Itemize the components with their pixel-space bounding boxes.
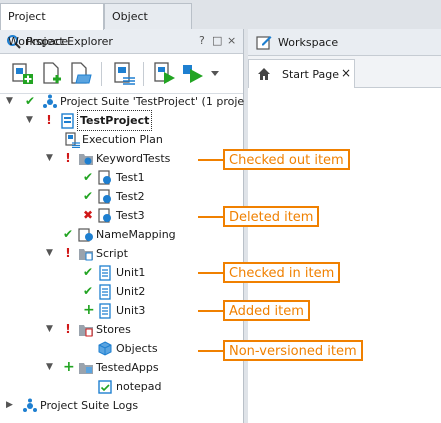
tree-label-selected: TestProject [77, 110, 153, 131]
tree-node-testedapps[interactable]: ▼ + TestedApps [0, 358, 243, 377]
tree-label: Script [96, 247, 128, 260]
tree-label: KeywordTests [96, 152, 171, 165]
tree-label: Unit1 [116, 266, 146, 279]
tree-label: Stores [96, 323, 131, 336]
tab-label: Start Page [282, 68, 339, 81]
execution-plan-icon [65, 132, 80, 148]
tree-node-notepad[interactable]: notepad [0, 377, 243, 396]
callout-pointer-line [198, 272, 223, 274]
script-folder-icon [79, 249, 93, 261]
tree-node-project-suite-logs[interactable]: ▶ Project Suite Logs [0, 396, 243, 415]
project-explorer-panel: Project Explorer ? □ × ▼ ✔ Project Suite… [0, 29, 259, 423]
tab-object-browser[interactable]: Object Browser [104, 3, 192, 48]
workspace-title: Workspace [278, 36, 339, 49]
checked-out-status-icon: ! [65, 151, 71, 165]
tree-label: Test1 [116, 171, 145, 184]
checked-in-status-icon: ✔ [83, 265, 94, 279]
callout-deleted: Deleted item [223, 206, 320, 227]
tree-label: Test3 [116, 209, 145, 222]
tree-node-unit2[interactable]: ✔ Unit2 [0, 282, 243, 301]
tree-node-namemapping[interactable]: ✔ NameMapping [0, 225, 243, 244]
tab-label: Project Workspace [8, 10, 69, 48]
tree-node-test1[interactable]: ✔ Test1 [0, 168, 243, 187]
workspace-tab-bar: Start Page × [248, 56, 441, 88]
tree-label: NameMapping [96, 228, 176, 241]
tested-apps-folder-icon [79, 363, 93, 374]
added-status-icon: + [83, 302, 95, 318]
checked-in-status-icon: ✔ [83, 284, 94, 298]
callout-pointer-line [198, 216, 223, 218]
stores-folder-icon [79, 325, 93, 337]
name-mapping-icon [78, 228, 93, 242]
callout-checked-out: Checked out item [223, 149, 350, 170]
callout-pointer-line [198, 310, 223, 312]
workspace-icon [256, 36, 272, 50]
expand-arrow-icon[interactable]: ▶ [5, 396, 14, 415]
tab-start-page[interactable]: Start Page × [248, 59, 355, 88]
tree-node-stores[interactable]: ▼ ! Stores [0, 320, 243, 339]
tree-node-testproject[interactable]: ▼ ! TestProject [0, 110, 243, 131]
script-unit-icon [99, 303, 111, 319]
checked-in-status-icon: ✔ [83, 189, 94, 203]
tree-node-script[interactable]: ▼ ! Script [0, 244, 243, 263]
callout-added: Added item [223, 300, 310, 321]
checked-in-status-icon: ✔ [25, 94, 36, 108]
home-icon [258, 68, 270, 80]
tree-label: TestedApps [96, 361, 159, 374]
tree-node-project-suite[interactable]: ▼ ✔ Project Suite 'TestProject' (1 proje… [0, 92, 259, 111]
tree-label: Unit2 [116, 285, 146, 298]
tree-label: Test2 [116, 190, 145, 203]
notepad-app-icon [98, 380, 112, 394]
collapse-arrow-icon[interactable]: ▼ [45, 244, 54, 263]
workspace-header: Workspace [248, 29, 441, 56]
objects-icon [98, 341, 112, 356]
project-tree: ▼ ✔ Project Suite 'TestProject' (1 proje… [0, 29, 259, 423]
callout-checked-in: Checked in item [223, 262, 341, 283]
checked-out-status-icon: ! [46, 113, 52, 127]
deleted-status-icon: ✖ [83, 208, 94, 222]
logs-icon [23, 398, 37, 412]
collapse-arrow-icon[interactable]: ▼ [25, 111, 34, 130]
project-icon [61, 113, 74, 129]
collapse-arrow-icon[interactable]: ▼ [45, 320, 54, 339]
tree-label: Project Suite 'TestProject' (1 project) [60, 95, 259, 108]
tree-label: Execution Plan [82, 133, 163, 146]
keyword-tests-folder-icon [79, 154, 93, 165]
keyword-test-icon [98, 208, 111, 223]
checked-in-status-icon: ✔ [63, 227, 74, 241]
tree-node-objects[interactable]: Objects [0, 339, 243, 358]
tree-node-test2[interactable]: ✔ Test2 [0, 187, 243, 206]
callout-pointer-line [198, 350, 223, 352]
callout-non-versioned: Non-versioned item [223, 340, 363, 361]
tree-node-execution-plan[interactable]: Execution Plan [0, 130, 243, 149]
script-unit-icon [99, 265, 111, 281]
collapse-arrow-icon[interactable]: ▼ [45, 149, 54, 168]
project-suite-icon [43, 94, 57, 108]
callout-pointer-line [198, 159, 223, 161]
checked-out-status-icon: ! [65, 322, 71, 336]
checked-out-status-icon: ! [65, 246, 71, 260]
tree-label: notepad [116, 380, 162, 393]
keyword-test-icon [98, 189, 111, 204]
added-status-icon: + [63, 359, 75, 375]
collapse-arrow-icon[interactable]: ▼ [45, 358, 54, 377]
top-tab-bar: Project Workspace Object Browser [0, 0, 441, 48]
tab-project-workspace[interactable]: Project Workspace [0, 3, 104, 48]
tree-label: Unit3 [116, 304, 146, 317]
tree-label: Project Suite Logs [40, 399, 139, 412]
collapse-arrow-icon[interactable]: ▼ [5, 92, 14, 111]
keyword-test-icon [98, 170, 111, 185]
tree-label: Objects [116, 342, 158, 355]
close-tab-icon[interactable]: × [341, 66, 351, 80]
script-unit-icon [99, 284, 111, 300]
checked-in-status-icon: ✔ [83, 170, 94, 184]
